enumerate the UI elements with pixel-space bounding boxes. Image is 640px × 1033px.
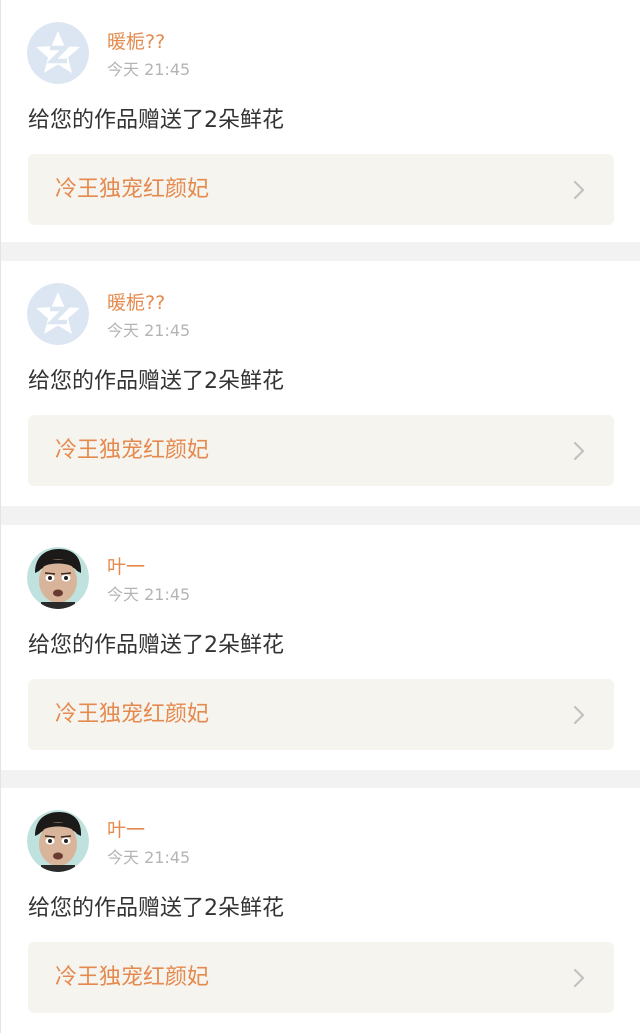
work-title: 冷王独宠红颜妃 bbox=[55, 177, 210, 202]
notification-item: 暖栀?? 今天 21:45 给您的作品赠送了2朵鲜花 冷王独宠红颜妃 bbox=[1, 0, 640, 242]
chevron-right-icon bbox=[573, 180, 585, 200]
username[interactable]: 叶一 bbox=[107, 818, 145, 842]
notification-message: 给您的作品赠送了2朵鲜花 bbox=[28, 108, 284, 133]
notification-item: 叶一 今天 21:45 给您的作品赠送了2朵鲜花 冷王独宠红颜妃 bbox=[1, 788, 640, 1033]
user-photo-avatar[interactable] bbox=[27, 547, 89, 609]
work-title: 冷王独宠红颜妃 bbox=[55, 965, 210, 990]
work-link-button[interactable]: 冷王独宠红颜妃 bbox=[28, 942, 614, 1013]
timestamp: 今天 21:45 bbox=[107, 60, 191, 79]
username[interactable]: 暖栀?? bbox=[107, 291, 165, 315]
user-photo-avatar[interactable] bbox=[27, 810, 89, 872]
timestamp: 今天 21:45 bbox=[107, 585, 191, 604]
notification-item: 暖栀?? 今天 21:45 给您的作品赠送了2朵鲜花 冷王独宠红颜妃 bbox=[1, 261, 640, 506]
username[interactable]: 叶一 bbox=[107, 555, 145, 579]
chevron-right-icon bbox=[573, 705, 585, 725]
work-title: 冷王独宠红颜妃 bbox=[55, 702, 210, 727]
notification-item: 叶一 今天 21:45 给您的作品赠送了2朵鲜花 冷王独宠红颜妃 bbox=[1, 525, 640, 770]
chevron-right-icon bbox=[573, 968, 585, 988]
default-avatar-icon[interactable] bbox=[27, 283, 89, 345]
notification-feed: 暖栀?? 今天 21:45 给您的作品赠送了2朵鲜花 冷王独宠红颜妃 暖栀?? … bbox=[0, 0, 640, 1033]
notification-message: 给您的作品赠送了2朵鲜花 bbox=[28, 633, 284, 658]
work-link-button[interactable]: 冷王独宠红颜妃 bbox=[28, 415, 614, 486]
timestamp: 今天 21:45 bbox=[107, 321, 191, 340]
work-title: 冷王独宠红颜妃 bbox=[55, 438, 210, 463]
work-link-button[interactable]: 冷王独宠红颜妃 bbox=[28, 679, 614, 750]
notification-message: 给您的作品赠送了2朵鲜花 bbox=[28, 369, 284, 394]
username[interactable]: 暖栀?? bbox=[107, 30, 165, 54]
timestamp: 今天 21:45 bbox=[107, 848, 191, 867]
default-avatar-icon[interactable] bbox=[27, 22, 89, 84]
chevron-right-icon bbox=[573, 441, 585, 461]
notification-message: 给您的作品赠送了2朵鲜花 bbox=[28, 896, 284, 921]
work-link-button[interactable]: 冷王独宠红颜妃 bbox=[28, 154, 614, 225]
